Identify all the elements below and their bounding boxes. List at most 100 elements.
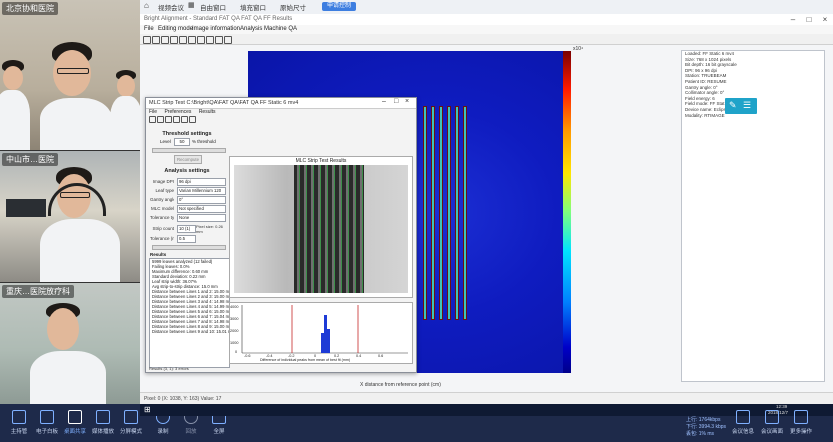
whiteboard-button[interactable]: 电子白板 xyxy=(32,408,62,438)
pan-icon[interactable] xyxy=(170,36,178,44)
field-image-dpi[interactable]: Image DPI 96 dpi xyxy=(150,178,226,186)
field-value[interactable]: 96 dpi xyxy=(177,178,226,186)
button-label: 全屏 xyxy=(213,429,225,435)
hist-xlabel: Difference of individual peaks from mean… xyxy=(260,358,351,362)
field-leaf-type[interactable]: Leaf type Varian Millennium 120 xyxy=(150,187,226,195)
home-icon[interactable]: ⌂ xyxy=(144,1,149,10)
strip-line xyxy=(463,106,467,320)
desktop-share-button[interactable]: 桌面共享 xyxy=(60,408,90,438)
plot-title: MLC Strip Test Results xyxy=(295,158,347,164)
tab-video-conference[interactable]: 视频会议 xyxy=(158,2,184,12)
field-value[interactable]: 0.5 xyxy=(177,235,196,243)
field-mlc-model[interactable]: MLC model Not specified xyxy=(150,205,226,213)
minimize-icon[interactable]: – xyxy=(382,98,386,105)
zoom-icon[interactable] xyxy=(165,116,172,123)
menu-file[interactable]: File xyxy=(149,109,157,115)
menu-image-information[interactable]: Image information xyxy=(192,26,240,32)
dialog-title: MLC Strip Test C:\Bright\QA\FAT QA\FAT Q… xyxy=(149,100,299,106)
analysis-section-header: Analysis settings xyxy=(164,168,210,174)
menu-machine-qa[interactable]: Machine QA xyxy=(264,26,297,32)
field-value[interactable]: None xyxy=(177,214,226,222)
info-icon xyxy=(736,410,750,424)
print-icon[interactable] xyxy=(189,116,196,123)
host-button[interactable]: 主持管 xyxy=(4,408,34,438)
view-icon xyxy=(765,410,779,424)
mlc-strip-plot: MLC Strip Test Results xyxy=(229,156,413,298)
meeting-view-button[interactable]: 会议画面 xyxy=(757,408,787,438)
button-label: 会议画面 xyxy=(760,429,783,435)
minimize-icon[interactable]: – xyxy=(785,14,801,25)
field-value[interactable]: Not specified xyxy=(177,205,226,213)
field-gantry-angle[interactable]: Gantry angle 0° xyxy=(150,196,226,204)
split-screen-icon xyxy=(124,410,138,424)
field-tolerance-type[interactable]: Tolerance typeNone xyxy=(150,214,226,222)
zoom-icon[interactable] xyxy=(161,36,169,44)
reset-icon[interactable] xyxy=(181,116,188,123)
settings-icon[interactable] xyxy=(206,36,214,44)
media-play-button[interactable]: 媒体播放 xyxy=(88,408,118,438)
menu-analysis[interactable]: Analysis xyxy=(240,26,262,32)
request-control-button[interactable]: 申请控制 xyxy=(322,2,356,11)
open-icon[interactable] xyxy=(143,36,151,44)
measure-icon[interactable] xyxy=(188,36,196,44)
field-label: MLC model xyxy=(150,206,174,211)
pen-icon[interactable]: ✎ xyxy=(729,100,737,111)
participant-name: 北京协和医院 xyxy=(2,2,58,15)
threshold-section-header: Threshold settings xyxy=(162,131,212,137)
field-tolerance[interactable]: Tolerance (mm)0.5 xyxy=(150,235,226,243)
video-tile-3[interactable]: 重庆…医院放疗科 xyxy=(0,282,140,405)
open-icon[interactable] xyxy=(149,116,156,123)
menu-file[interactable]: File xyxy=(144,26,154,32)
threshold-slider[interactable] xyxy=(152,148,226,153)
tolerance-slider[interactable] xyxy=(152,245,226,250)
field-value[interactable]: Varian Millennium 120 xyxy=(177,187,226,195)
grid-icon[interactable]: ▦ xyxy=(188,1,195,9)
option-original-size[interactable]: 原始尺寸 xyxy=(280,2,306,12)
video-tile-2[interactable]: 中山市…医院 xyxy=(0,150,140,283)
media-icon xyxy=(96,410,110,424)
maximize-icon[interactable]: □ xyxy=(801,14,817,25)
colorbar xyxy=(563,51,571,373)
peak-difference-histogram: 4000 3000 2000 1000 0 -0.6 -0.4 -0.2 0 0… xyxy=(229,302,413,364)
save-icon[interactable] xyxy=(152,36,160,44)
button-label: 回放 xyxy=(185,429,197,435)
option-fill-window[interactable]: 填充窗口 xyxy=(240,2,266,12)
meeting-taskbar: 主持管 电子白板 桌面共享 媒体播放 分屏模式 录制 回放 全屏 ⊞ 12:39… xyxy=(0,404,833,442)
close-icon[interactable]: × xyxy=(405,98,409,105)
results-header: Results xyxy=(150,252,167,257)
hist-ytick: 1000 xyxy=(230,341,239,345)
network-stats: 上行: 1764kbps 下行: 3994.3 kbps 丢包: 1% ms xyxy=(686,417,726,438)
more-actions-button[interactable]: 更多操作 xyxy=(786,408,816,438)
field-label: Gantry angle xyxy=(150,197,174,202)
stat-line: 上行: 1764kbps xyxy=(686,417,721,423)
windows-start-icon[interactable]: ⊞ xyxy=(144,405,151,414)
meeting-info-button[interactable]: 会议信息 xyxy=(728,408,758,438)
video-tile-1[interactable]: 北京协和医院 xyxy=(0,0,140,150)
strip-line xyxy=(439,106,443,320)
button-label: 会议信息 xyxy=(731,429,754,435)
maximize-icon[interactable]: □ xyxy=(394,98,398,105)
field-value[interactable]: 10 (1) xyxy=(177,225,196,233)
list-icon[interactable]: ☰ xyxy=(743,100,751,111)
screen-share-icon xyxy=(68,410,82,424)
menu-editing-mode[interactable]: Editing mode xyxy=(158,26,193,32)
stat-line: 下行: 3994.3 kbps xyxy=(686,424,727,430)
threshold-input[interactable]: 50 xyxy=(174,138,190,146)
hist-xtick: 0.4 xyxy=(356,354,362,358)
info-icon[interactable] xyxy=(215,36,223,44)
menu-preferences[interactable]: Preferences xyxy=(164,109,191,115)
crop-icon[interactable] xyxy=(179,36,187,44)
option-free-window[interactable]: 自由窗口 xyxy=(200,2,226,12)
app-toolbar xyxy=(140,34,833,45)
close-icon[interactable]: × xyxy=(817,14,833,25)
export-icon[interactable] xyxy=(224,36,232,44)
menu-results[interactable]: Results xyxy=(199,109,216,115)
pan-icon[interactable] xyxy=(173,116,180,123)
save-icon[interactable] xyxy=(157,116,164,123)
annotation-widget[interactable]: ✎ ☰ xyxy=(725,98,757,114)
profile-icon[interactable] xyxy=(197,36,205,44)
results-text-box[interactable]: 5999 leaves analyzed (12 failed) Failing… xyxy=(149,258,230,368)
recompute-button[interactable]: Recompute xyxy=(174,155,202,164)
mlc-strip-test-dialog: MLC Strip Test C:\Bright\QA\FAT QA\FAT Q… xyxy=(145,97,417,373)
field-value[interactable]: 0° xyxy=(177,196,226,204)
